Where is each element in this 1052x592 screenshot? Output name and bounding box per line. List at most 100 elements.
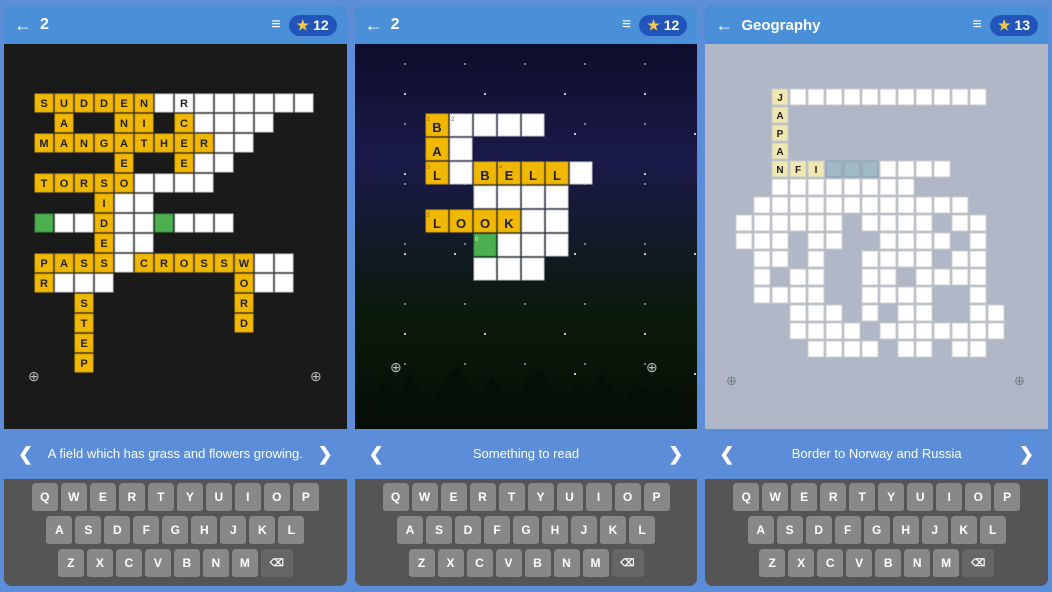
key-P-3[interactable]: P (994, 483, 1020, 513)
key-M-3[interactable]: M (933, 549, 959, 579)
key-D-2[interactable]: D (455, 516, 481, 546)
key-G-1[interactable]: G (162, 516, 188, 546)
key-U-1[interactable]: U (206, 483, 232, 513)
key-F-2[interactable]: F (484, 516, 510, 546)
svg-text:D: D (240, 318, 248, 330)
svg-text:⊕: ⊕ (28, 368, 40, 384)
menu-icon-3[interactable]: ≡ (973, 16, 982, 34)
back-button-1[interactable]: ← (14, 15, 32, 36)
key-N-3[interactable]: N (904, 549, 930, 579)
key-R-2[interactable]: R (470, 483, 496, 513)
key-backspace-2[interactable]: ⌫ (612, 549, 644, 579)
key-C-2[interactable]: C (467, 549, 493, 579)
key-C-3[interactable]: C (817, 549, 843, 579)
key-Z-3[interactable]: Z (759, 549, 785, 579)
key-R-3[interactable]: R (820, 483, 846, 513)
key-X-3[interactable]: X (788, 549, 814, 579)
key-K-2[interactable]: K (600, 516, 626, 546)
key-E-1[interactable]: E (90, 483, 116, 513)
key-T-1[interactable]: T (148, 483, 174, 513)
key-V-2[interactable]: V (496, 549, 522, 579)
key-J-1[interactable]: J (220, 516, 246, 546)
clue-prev-2[interactable]: ❮ (363, 440, 390, 469)
key-I-1[interactable]: I (235, 483, 261, 513)
key-O-2[interactable]: O (615, 483, 641, 513)
key-H-2[interactable]: H (542, 516, 568, 546)
key-A-2[interactable]: A (397, 516, 423, 546)
key-F-3[interactable]: F (835, 516, 861, 546)
key-Z-2[interactable]: Z (409, 549, 435, 579)
crossword-grid-2[interactable]: 1 B 2 A 3 L B (386, 94, 666, 379)
key-backspace-3[interactable]: ⌫ (962, 549, 994, 579)
key-Y-3[interactable]: Y (878, 483, 904, 513)
crossword-grid-1[interactable]: S U D D E N (20, 79, 330, 394)
key-S-2[interactable]: S (426, 516, 452, 546)
key-G-3[interactable]: G (864, 516, 890, 546)
key-K-1[interactable]: K (249, 516, 275, 546)
key-O-3[interactable]: O (965, 483, 991, 513)
key-I-3[interactable]: I (936, 483, 962, 513)
menu-icon-2[interactable]: ≡ (622, 16, 631, 34)
key-P-2[interactable]: P (644, 483, 670, 513)
menu-icon-1[interactable]: ≡ (271, 16, 280, 34)
key-B-1[interactable]: B (174, 549, 200, 579)
key-W-2[interactable]: W (412, 483, 438, 513)
clue-next-3[interactable]: ❯ (1013, 440, 1040, 469)
key-J-2[interactable]: J (571, 516, 597, 546)
key-X-1[interactable]: X (87, 549, 113, 579)
key-G-2[interactable]: G (513, 516, 539, 546)
clue-prev-3[interactable]: ❮ (713, 440, 740, 469)
key-backspace-1[interactable]: ⌫ (261, 549, 293, 579)
key-A-1[interactable]: A (46, 516, 72, 546)
key-A-3[interactable]: A (748, 516, 774, 546)
star-count-1: 12 (313, 17, 329, 33)
key-Q-3[interactable]: Q (733, 483, 759, 513)
key-Y-1[interactable]: Y (177, 483, 203, 513)
key-B-2[interactable]: B (525, 549, 551, 579)
back-button-2[interactable]: ← (365, 15, 383, 36)
key-D-1[interactable]: D (104, 516, 130, 546)
svg-text:K: K (504, 216, 514, 231)
key-S-1[interactable]: S (75, 516, 101, 546)
key-Q-2[interactable]: Q (383, 483, 409, 513)
key-C-1[interactable]: C (116, 549, 142, 579)
key-H-3[interactable]: H (893, 516, 919, 546)
clue-next-2[interactable]: ❯ (662, 440, 689, 469)
key-N-1[interactable]: N (203, 549, 229, 579)
back-button-3[interactable]: ← (715, 15, 733, 36)
key-W-3[interactable]: W (762, 483, 788, 513)
key-U-3[interactable]: U (907, 483, 933, 513)
key-X-2[interactable]: X (438, 549, 464, 579)
key-U-2[interactable]: U (557, 483, 583, 513)
key-P-1[interactable]: P (293, 483, 319, 513)
crossword-grid-3[interactable]: J A P (722, 79, 1032, 394)
key-J-3[interactable]: J (922, 516, 948, 546)
key-S-3[interactable]: S (777, 516, 803, 546)
key-Z-1[interactable]: Z (58, 549, 84, 579)
key-W-1[interactable]: W (61, 483, 87, 513)
clue-next-1[interactable]: ❯ (312, 440, 339, 469)
key-N-2[interactable]: N (554, 549, 580, 579)
key-L-1[interactable]: L (278, 516, 304, 546)
key-Y-2[interactable]: Y (528, 483, 554, 513)
key-M-1[interactable]: M (232, 549, 258, 579)
key-L-2[interactable]: L (629, 516, 655, 546)
key-Q-1[interactable]: Q (32, 483, 58, 513)
key-M-2[interactable]: M (583, 549, 609, 579)
key-K-3[interactable]: K (951, 516, 977, 546)
key-L-3[interactable]: L (980, 516, 1006, 546)
key-B-3[interactable]: B (875, 549, 901, 579)
key-H-1[interactable]: H (191, 516, 217, 546)
key-R-1[interactable]: R (119, 483, 145, 513)
key-V-3[interactable]: V (846, 549, 872, 579)
clue-prev-1[interactable]: ❮ (12, 440, 39, 469)
key-O-1[interactable]: O (264, 483, 290, 513)
key-D-3[interactable]: D (806, 516, 832, 546)
key-E-2[interactable]: E (441, 483, 467, 513)
key-V-1[interactable]: V (145, 549, 171, 579)
key-E-3[interactable]: E (791, 483, 817, 513)
key-T-2[interactable]: T (499, 483, 525, 513)
key-T-3[interactable]: T (849, 483, 875, 513)
key-F-1[interactable]: F (133, 516, 159, 546)
key-I-2[interactable]: I (586, 483, 612, 513)
